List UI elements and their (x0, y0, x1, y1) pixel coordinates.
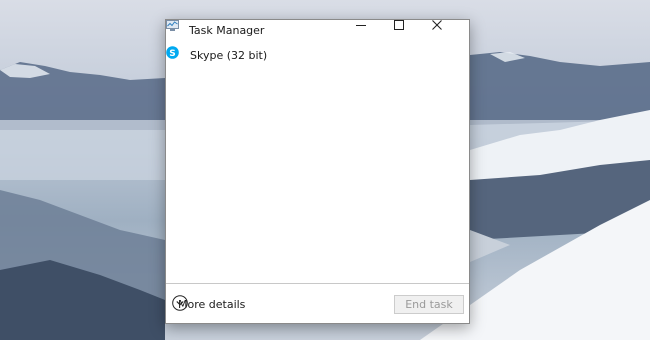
task-manager-icon (166, 20, 179, 31)
chevron-down-circle-icon (172, 295, 188, 311)
process-list: S Skype (32 bit) (166, 46, 469, 66)
title-bar[interactable]: Task Manager (166, 20, 469, 42)
list-item[interactable]: S Skype (32 bit) (166, 46, 469, 66)
process-name: Skype (32 bit) (190, 49, 268, 62)
more-details-button[interactable]: More details (172, 295, 245, 313)
close-button[interactable] (432, 20, 470, 42)
minimize-button[interactable] (356, 20, 394, 42)
task-manager-window: Task Manager S Skype (32 bit) More detai… (165, 19, 470, 324)
svg-text:S: S (169, 49, 175, 59)
end-task-button[interactable]: End task (394, 295, 464, 314)
maximize-icon (394, 20, 404, 30)
skype-icon: S (166, 46, 179, 59)
maximize-button[interactable] (394, 20, 432, 42)
more-details-label: More details (178, 297, 246, 311)
close-icon (432, 20, 442, 30)
footer: More details End task (166, 283, 469, 323)
desktop-wallpaper: Task Manager S Skype (32 bit) More detai… (0, 0, 650, 340)
minimize-icon (356, 25, 366, 26)
window-title: Task Manager (189, 24, 265, 37)
